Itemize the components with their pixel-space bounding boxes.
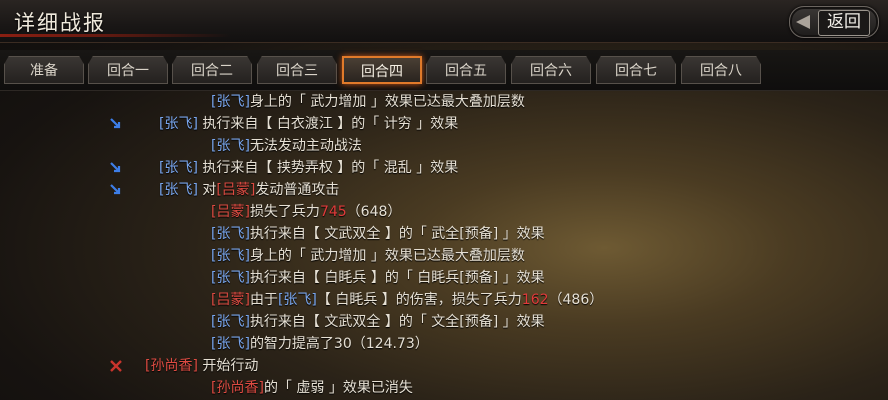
header-bar: 详细战报 返回 (0, 0, 888, 43)
damage-value: 745 (319, 204, 347, 220)
back-arrow-icon (796, 15, 810, 29)
ally-name: [张飞] (211, 248, 250, 264)
title-underline (0, 34, 230, 37)
log-entry: [张飞] 对[吕蒙]发动普通攻击 (159, 179, 339, 201)
log-entry: [张飞]无法发动主动战法 (211, 135, 362, 157)
ally-name: [张飞] (159, 182, 198, 198)
log-text: 身上的「 武力增加 」效果已达最大叠加层数 (249, 94, 525, 110)
tab-round-3[interactable]: 回合三 (257, 56, 337, 84)
log-text: 开始行动 (197, 358, 259, 374)
round-tabs: 准备 回合一 回合二 回合三 回合四 回合五 回合六 回合七 回合八 (0, 50, 888, 91)
log-text: 的智力提高了30（124.73） (249, 336, 429, 352)
crossed-swords-icon (110, 360, 122, 372)
ally-name: [张飞] (211, 94, 250, 110)
log-text: 执行来自【 白眊兵 】的「 白眊兵[预备] 」效果 (249, 270, 545, 286)
log-text: 由于 (249, 292, 278, 308)
log-text: （648） (346, 204, 402, 220)
enemy-name: [吕蒙] (211, 292, 250, 308)
log-text: 的「 虚弱 」效果已消失 (263, 380, 413, 396)
enemy-name: [孙尚香] (211, 380, 264, 396)
log-entry: [张飞]的智力提高了30（124.73） (211, 333, 429, 355)
tab-round-5[interactable]: 回合五 (426, 56, 506, 84)
log-text: （486） (548, 292, 604, 308)
debuff-arrow-icon (110, 118, 122, 130)
ally-name: [张飞] (211, 270, 250, 286)
log-text: 【 白眊兵 】的伤害，损失了兵力 (316, 292, 522, 308)
log-text: 执行来自【 白衣渡江 】的「 计穷 」效果 (197, 116, 459, 132)
log-entry: [张飞]身上的「 武力增加 」效果已达最大叠加层数 (211, 245, 525, 267)
log-text: 无法发动主动战法 (249, 138, 362, 154)
log-text: 执行来自【 文武双全 】的「 武全[预备] 」效果 (249, 226, 545, 242)
battle-log: [张飞]身上的「 武力增加 」效果已达最大叠加层数 [张飞] 执行来自【 白衣渡江… (0, 90, 888, 400)
log-entry: [张飞] 执行来自【 挟势弄权 】的「 混乱 」效果 (159, 157, 458, 179)
log-entry: [张飞] 执行来自【 白衣渡江 】的「 计穷 」效果 (159, 113, 458, 135)
enemy-name: [吕蒙] (211, 204, 250, 220)
ally-name: [张飞] (211, 138, 250, 154)
log-entry: [吕蒙]损失了兵力745（648） (211, 201, 401, 223)
log-entry: [孙尚香] 开始行动 (145, 355, 258, 377)
tab-round-4[interactable]: 回合四 (342, 56, 422, 84)
tab-round-0[interactable]: 准备 (4, 56, 84, 84)
log-entry: [吕蒙]由于[张飞]【 白眊兵 】的伤害，损失了兵力162（486） (211, 289, 603, 311)
log-entry: [张飞]执行来自【 白眊兵 】的「 白眊兵[预备] 」效果 (211, 267, 545, 289)
log-text: 身上的「 武力增加 」效果已达最大叠加层数 (249, 248, 525, 264)
log-entry: [孙尚香]的「 虚弱 」效果已消失 (211, 377, 413, 399)
log-text: 执行来自【 文武双全 】的「 文全[预备] 」效果 (249, 314, 545, 330)
ally-name: [张飞] (159, 160, 198, 176)
damage-value: 162 (521, 292, 549, 308)
ally-name: [张飞] (211, 314, 250, 330)
ally-name: [张飞] (159, 116, 198, 132)
ally-name: [张飞] (211, 226, 250, 242)
debuff-arrow-icon (110, 184, 122, 196)
ally-name: [张飞] (277, 292, 317, 308)
log-entry: [张飞]身上的「 武力增加 」效果已达最大叠加层数 (211, 91, 525, 113)
ally-name: [张飞] (211, 336, 250, 352)
tab-round-1[interactable]: 回合一 (88, 56, 168, 84)
log-entry: [张飞]执行来自【 文武双全 】的「 武全[预备] 」效果 (211, 223, 545, 245)
debuff-arrow-icon (110, 162, 122, 174)
log-text: 损失了兵力 (249, 204, 320, 220)
tab-round-6[interactable]: 回合六 (511, 56, 591, 84)
page-title: 详细战报 (14, 11, 106, 35)
log-entry: [张飞]执行来自【 文武双全 】的「 文全[预备] 」效果 (211, 311, 545, 333)
back-button[interactable]: 返回 (789, 6, 879, 38)
log-text: 对 (197, 182, 217, 198)
tab-round-7[interactable]: 回合七 (596, 56, 676, 84)
log-text: 执行来自【 挟势弄权 】的「 混乱 」效果 (197, 160, 459, 176)
back-label: 返回 (818, 10, 870, 36)
enemy-name: [孙尚香] (145, 358, 198, 374)
tab-round-8[interactable]: 回合八 (681, 56, 761, 84)
enemy-name: [吕蒙] (216, 182, 256, 198)
tab-round-2[interactable]: 回合二 (172, 56, 252, 84)
log-text: 发动普通攻击 (255, 182, 340, 198)
